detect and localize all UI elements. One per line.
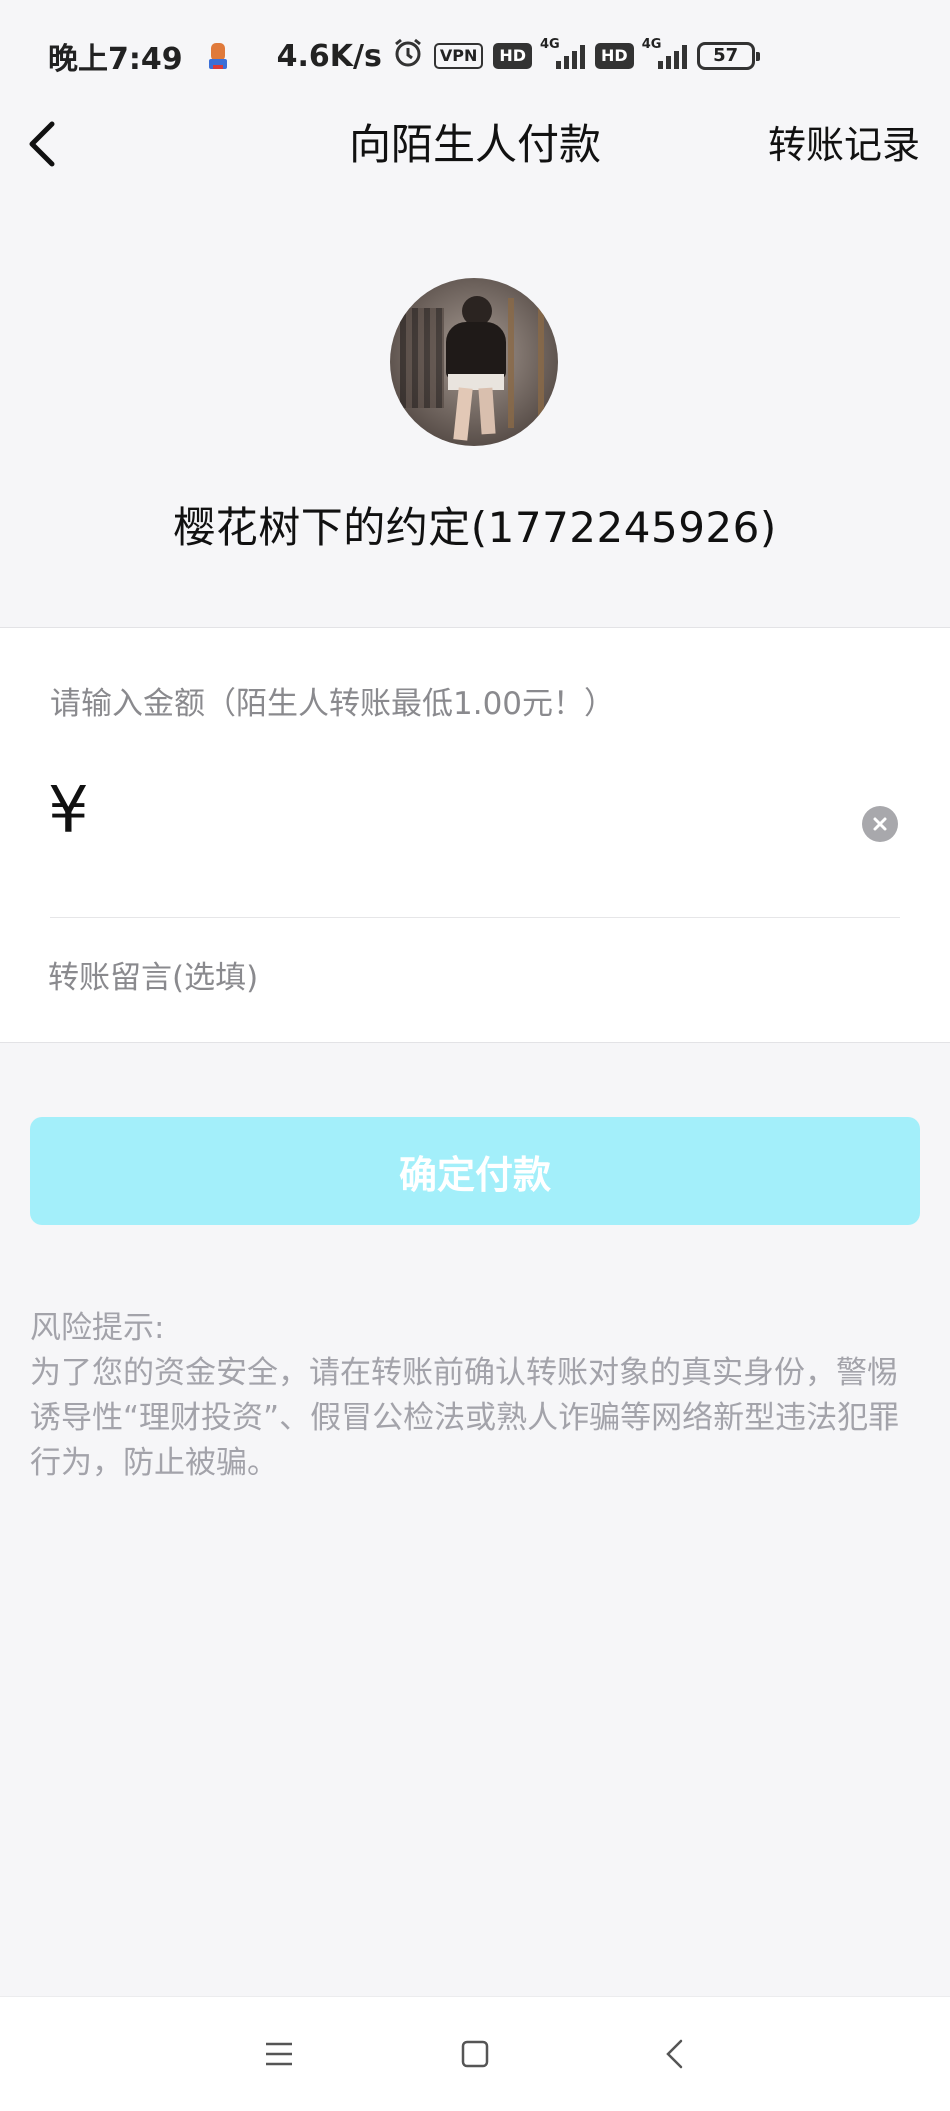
battery-icon: 57 [696, 42, 760, 70]
alarm-icon [392, 36, 424, 76]
home-button[interactable] [452, 2031, 498, 2077]
currency-symbol: ¥ [48, 774, 89, 848]
notification-icon [203, 41, 233, 71]
confirm-payment-button[interactable]: 确定付款 [30, 1117, 920, 1225]
signal-icon: 4G [642, 37, 687, 69]
payee-name: 樱花树下的约定(1772245926) [173, 503, 777, 552]
chevron-left-icon [666, 2039, 683, 2069]
menu-icon [266, 2042, 292, 2066]
hd-icon: HD [493, 43, 533, 69]
hd-icon: HD [595, 43, 634, 69]
system-nav-bar [0, 1996, 950, 2111]
risk-notice-body: 为了您的资金安全，请在转账前确认转账对象的真实身份，警惕诱导性“理财投资”、假冒… [30, 1355, 900, 1481]
close-icon [873, 817, 887, 831]
vpn-icon: VPN [433, 43, 484, 69]
amount-card: 请输入金额（陌生人转账最低1.00元！） ¥ [0, 627, 950, 1043]
system-back-button[interactable] [652, 2031, 698, 2077]
divider [50, 917, 900, 918]
network-type: 4G [641, 37, 662, 52]
status-bar: 晚上7:49 4.6K/s VPN HD 4G HD 4G 57 [0, 0, 950, 112]
network-type: 4G [540, 37, 560, 52]
avatar [390, 278, 558, 446]
menu-button[interactable] [256, 2031, 302, 2077]
clear-amount-button[interactable] [862, 806, 898, 842]
status-time: 晚上7:49 [48, 42, 183, 77]
network-speed: 4.6K/s [276, 38, 382, 74]
amount-hint: 请输入金额（陌生人转账最低1.00元！） [50, 686, 616, 722]
risk-notice-title: 风险提示: [30, 1310, 165, 1346]
remark-input[interactable] [48, 950, 898, 1006]
risk-notice: 风险提示: 为了您的资金安全，请在转账前确认转账对象的真实身份，警惕诱导性“理财… [30, 1306, 920, 1486]
square-icon [461, 2040, 489, 2068]
amount-input[interactable] [110, 778, 830, 854]
transfer-record-link[interactable]: 转账记录 [768, 112, 920, 178]
signal-icon: 4G [540, 37, 586, 69]
